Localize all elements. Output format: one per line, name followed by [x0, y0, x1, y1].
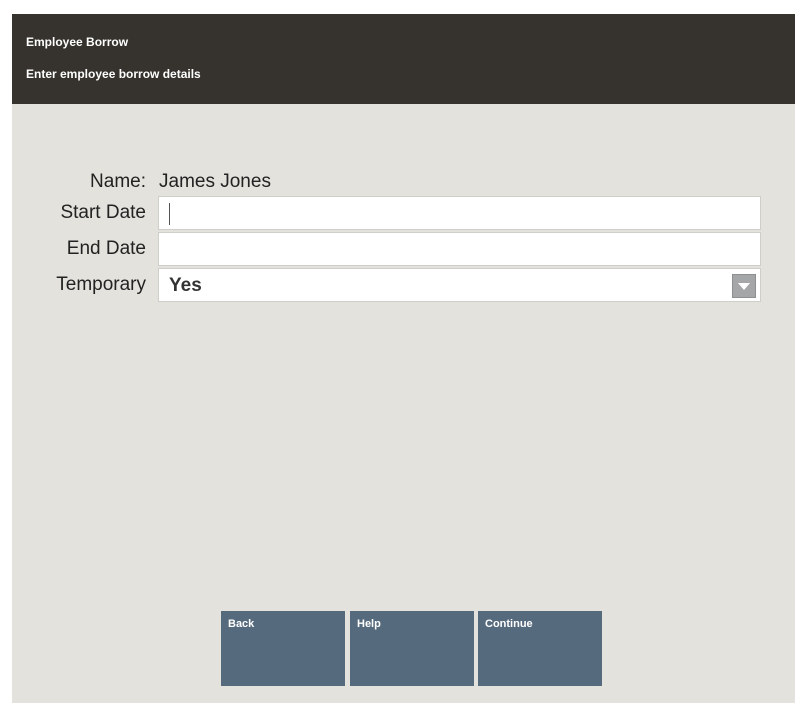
- start-date-field[interactable]: [158, 196, 761, 230]
- header-bar: Employee Borrow Enter employee borrow de…: [12, 14, 795, 104]
- continue-button[interactable]: Continue: [478, 611, 602, 686]
- help-button[interactable]: Help: [350, 611, 474, 686]
- employee-borrow-screen: Employee Borrow Enter employee borrow de…: [12, 14, 795, 703]
- start-date-input[interactable]: [159, 197, 760, 229]
- end-date-input[interactable]: [159, 233, 760, 265]
- temporary-label: Temporary: [56, 274, 146, 295]
- page-subtitle: Enter employee borrow details: [26, 67, 201, 81]
- page-title: Employee Borrow: [26, 35, 129, 49]
- start-date-label: Start Date: [60, 202, 146, 223]
- temporary-select[interactable]: Yes: [158, 268, 761, 302]
- back-button[interactable]: Back: [221, 611, 345, 686]
- text-cursor: [169, 203, 170, 225]
- name-value: James Jones: [159, 171, 271, 192]
- name-label: Name:: [90, 171, 146, 192]
- temporary-selected-value: Yes: [169, 275, 202, 296]
- end-date-label: End Date: [66, 238, 146, 259]
- end-date-field[interactable]: [158, 232, 761, 266]
- chevron-down-icon[interactable]: [732, 274, 756, 298]
